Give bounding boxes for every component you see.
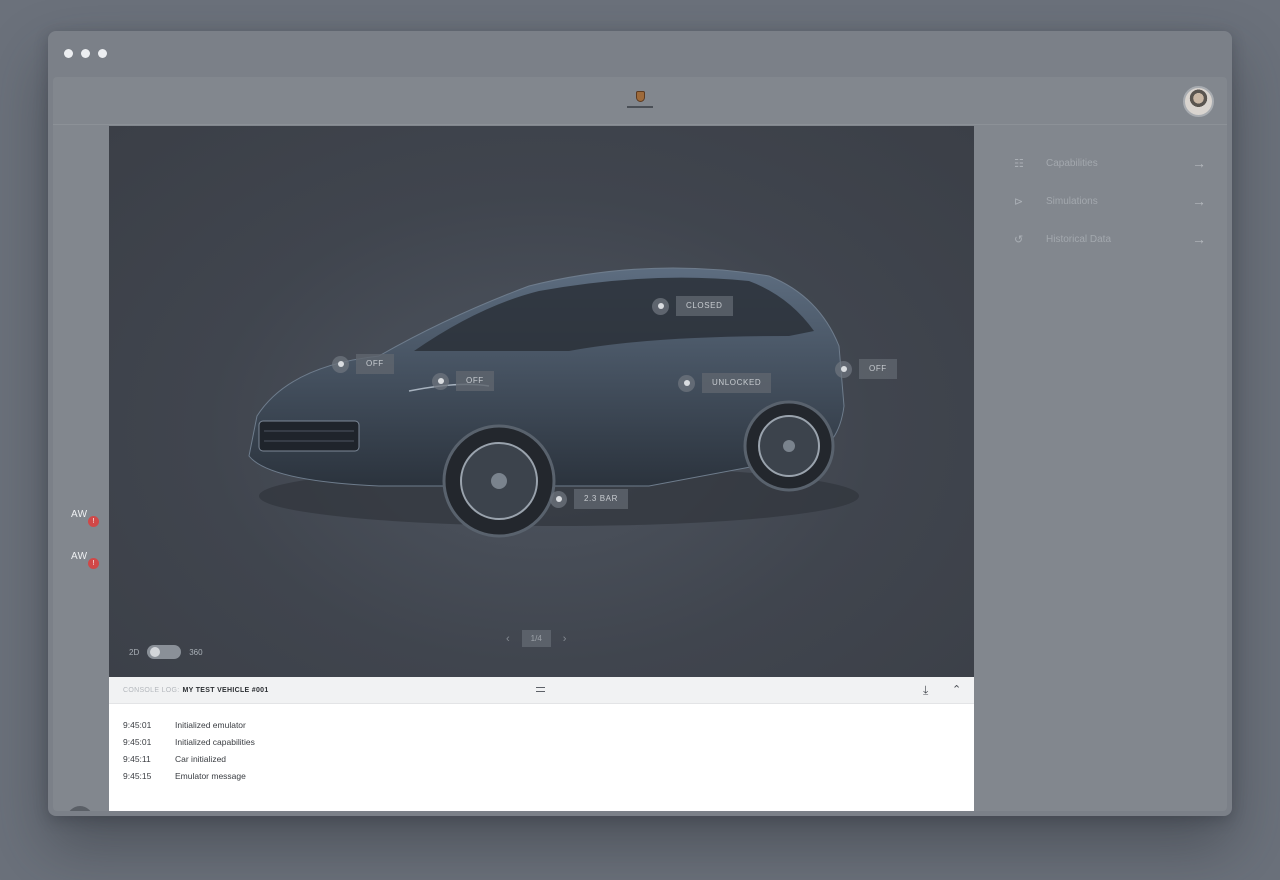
app-frame: AW ! AW ! ᛒ (53, 77, 1227, 811)
alert-item[interactable]: AW ! (71, 551, 99, 569)
tag-pin-icon (332, 355, 349, 373)
left-rail: AW ! AW ! ᛒ (53, 126, 109, 811)
door-lock-tag[interactable]: UNLOCKED (678, 373, 772, 393)
tag-label: 2.3 BAR (574, 489, 628, 509)
menu-item-simulations[interactable]: ⊳ Simulations → (1014, 191, 1206, 211)
tag-pin-icon (432, 372, 449, 390)
log-message: Initialized emulator (175, 720, 246, 730)
headlight-tag[interactable]: OFF (432, 371, 494, 391)
front-light-tag[interactable]: OFF (332, 354, 394, 374)
tag-label: OFF (356, 354, 394, 374)
console-log: CONSOLE LOG: MY TEST VEHICLE #001 ⤓ ⌃ 9:… (109, 677, 974, 811)
toggle-label-2d: 2D (129, 647, 140, 657)
alert-badge: ! (88, 516, 99, 527)
log-entry: 9:45:01 Initialized emulator (123, 717, 974, 734)
log-time: 9:45:01 (123, 720, 152, 730)
tag-pin-icon (550, 490, 567, 508)
pager-next-icon[interactable]: › (563, 633, 567, 645)
toggle-label-360: 360 (189, 647, 203, 657)
log-entry: 9:45:01 Initialized capabilities (123, 734, 974, 751)
top-bar (53, 77, 1227, 125)
tag-label: CLOSED (676, 296, 733, 316)
tag-pin-icon (652, 297, 669, 315)
pager-indicator: 1/4 (521, 630, 551, 647)
log-message: Emulator message (175, 771, 246, 781)
alert-label: AW (71, 551, 88, 562)
arrow-right-icon: → (1192, 193, 1206, 209)
user-avatar[interactable] (1183, 86, 1214, 117)
console-prefix: CONSOLE LOG: (123, 686, 180, 694)
tire-pressure-tag[interactable]: 2.3 BAR (550, 489, 628, 509)
window-dot-minimize[interactable] (81, 49, 90, 58)
image-pager: ‹ 1/4 › (506, 630, 566, 647)
capabilities-icon: ☷ (1014, 157, 1024, 170)
window-dot-maximize[interactable] (98, 49, 107, 58)
tag-label: OFF (456, 371, 494, 391)
arrow-right-icon: → (1192, 155, 1206, 171)
crest-icon (635, 91, 645, 102)
log-message: Initialized capabilities (175, 737, 255, 747)
view-mode-toggle[interactable]: 2D 360 (129, 645, 203, 659)
window-controls (64, 49, 107, 58)
alert-item[interactable]: AW ! (71, 509, 99, 527)
view-switch[interactable] (147, 645, 182, 659)
tag-label: OFF (859, 359, 897, 379)
menu-item-label: Historical Data (1046, 233, 1112, 245)
vehicle-image (248, 267, 859, 538)
vehicle-stage: CLOSED OFF OFF UNLOCKED OFF 2.3 BAR 2D 3… (109, 126, 974, 677)
collapse-icon[interactable]: ⌃ (952, 683, 962, 696)
log-list: 9:45:01 Initialized emulator 9:45:01 Ini… (109, 704, 974, 785)
tag-label: UNLOCKED (702, 373, 772, 393)
tag-pin-icon (678, 374, 695, 392)
rear-light-tag[interactable]: OFF (835, 359, 897, 379)
menu-item-capabilities[interactable]: ☷ Capabilities → (1014, 153, 1206, 173)
menu-item-label: Capabilities (1046, 157, 1098, 169)
log-entry: 9:45:11 Car initialized (123, 751, 974, 768)
window-status-tag[interactable]: CLOSED (652, 296, 733, 316)
window-dot-close[interactable] (64, 49, 73, 58)
log-entry: 9:45:15 Emulator message (123, 768, 974, 785)
simulations-icon: ⊳ (1014, 195, 1024, 208)
brand-logo[interactable] (626, 91, 654, 113)
menu-item-historical-data[interactable]: ↺ Historical Data → (1014, 229, 1206, 249)
log-time: 9:45:11 (123, 754, 151, 764)
bluetooth-icon[interactable]: ᛒ (67, 806, 93, 811)
history-icon: ↺ (1014, 233, 1024, 246)
log-time: 9:45:01 (123, 737, 152, 747)
brand-wordmark (627, 106, 653, 108)
arrow-right-icon: → (1192, 231, 1206, 247)
side-menu: ☷ Capabilities → ⊳ Simulations → ↺ Histo… (974, 126, 1227, 811)
log-time: 9:45:15 (123, 771, 152, 781)
pager-prev-icon[interactable]: ‹ (506, 633, 510, 645)
browser-window: AW ! AW ! ᛒ (48, 31, 1232, 816)
console-header: CONSOLE LOG: MY TEST VEHICLE #001 ⤓ ⌃ (109, 677, 974, 704)
console-vehicle-name: MY TEST VEHICLE #001 (182, 686, 269, 694)
tag-pin-icon (835, 360, 852, 378)
log-message: Car initialized (175, 754, 227, 764)
download-icon[interactable]: ⤓ (923, 683, 929, 698)
alert-badge: ! (88, 558, 99, 569)
alert-label: AW (71, 509, 88, 520)
drag-handle-icon[interactable] (536, 687, 545, 692)
menu-item-label: Simulations (1046, 195, 1098, 207)
